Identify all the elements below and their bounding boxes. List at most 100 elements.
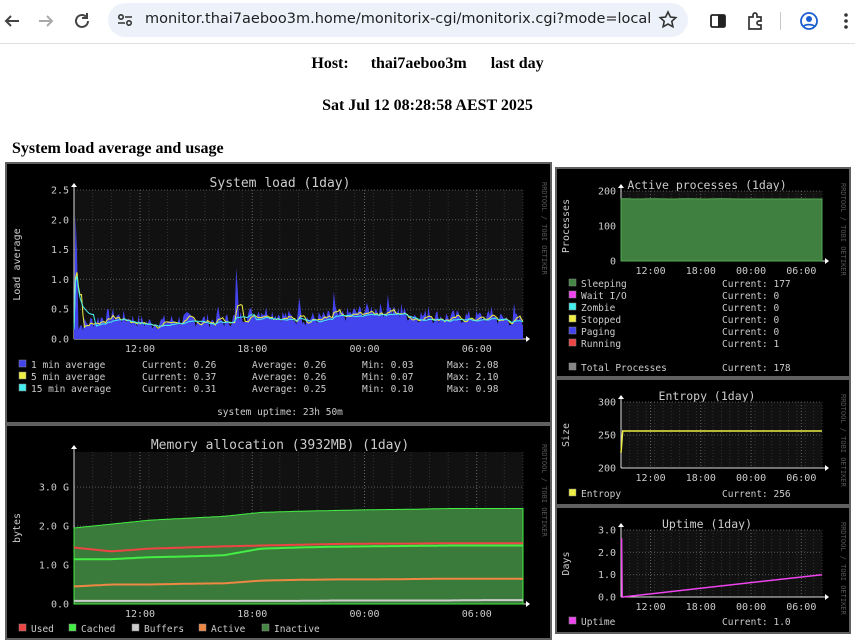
x-tick-label: 00:00	[349, 609, 379, 620]
x-tick-label: 18:00	[686, 602, 716, 613]
forward-arrow-icon[interactable]	[34, 9, 58, 33]
legend-label: Used	[31, 624, 54, 635]
url-text[interactable]: monitor.thai7aeboo3m.home/monitorix-cgi/…	[145, 11, 650, 27]
y-tick-label: 0.0	[51, 335, 69, 346]
legend-swatch	[568, 616, 577, 625]
back-arrow-icon[interactable]	[0, 9, 24, 33]
graph-title: System load (1day)	[210, 176, 351, 191]
legend-average: Average: 0.26	[252, 360, 327, 371]
graph-title: Entropy (1day)	[659, 389, 756, 403]
legend-swatch	[568, 488, 577, 497]
legend-label: Zombie	[581, 303, 616, 314]
x-tick-label: 06:00	[786, 266, 816, 277]
y-tick-label: 200	[598, 464, 616, 475]
legend-label: Paging	[581, 327, 615, 338]
y-axis-label: bytes	[12, 513, 23, 543]
legend-swatch	[568, 290, 577, 299]
y-tick-label: 3.0	[598, 526, 616, 537]
y-tick-label: 3.0 G	[39, 483, 69, 494]
legend-swatch	[18, 371, 27, 380]
legend-label: Buffers	[144, 624, 184, 635]
legend-current: Current: 178	[722, 363, 791, 374]
legend-label: Cached	[81, 624, 115, 635]
graph-title: Active processes (1day)	[627, 178, 786, 192]
y-tick-label: 300	[598, 398, 616, 409]
y-tick-label: 0.0	[598, 593, 616, 604]
x-tick-label: 06:00	[786, 473, 816, 484]
y-tick-label: 1.5	[51, 245, 69, 256]
system-uptime-text: system uptime: 23h 50m	[217, 407, 343, 418]
legend-swatch	[18, 623, 27, 632]
y-tick-label: 0.0	[51, 600, 69, 611]
y-tick-label: 100	[598, 222, 616, 233]
legend-current: Current: 0.26	[142, 360, 217, 371]
system-load-svg: System load (1day) Load average RRDTOOL / …	[7, 164, 550, 422]
memory-allocation-graph[interactable]: Memory allocation (3932MB) (1day) bytes RR…	[5, 424, 552, 640]
memory-svg: Memory allocation (3932MB) (1day) bytes RR…	[7, 426, 550, 638]
x-tick-label: 12:00	[635, 602, 665, 613]
x-tick-label: 12:00	[635, 266, 665, 277]
entropy-graph[interactable]: Entropy (1day) Size RRDTOOL / TOBI OETIKER…	[555, 378, 851, 506]
legend-swatch	[18, 383, 27, 392]
legend-label: Inactive	[274, 624, 320, 635]
y-tick-label: 2.0	[598, 548, 616, 559]
x-tick-label: 00:00	[736, 473, 766, 484]
legend-current: Current: 1	[722, 339, 779, 350]
legend-swatch	[568, 314, 577, 323]
y-tick-label: 0.5	[51, 305, 69, 316]
x-tick-label: 12:00	[635, 473, 665, 484]
rrdtool-watermark: RRDTOOL / TOBI OETIKER	[839, 394, 847, 488]
uptime-graph[interactable]: Uptime (1day) Days RRDTOOL / TOBI OETIKER 3…	[555, 506, 851, 634]
y-tick-label: 1.0	[598, 570, 616, 581]
x-tick-label: 00:00	[349, 344, 379, 355]
legend-swatch	[198, 623, 207, 632]
y-tick-label: 2.0	[51, 215, 69, 226]
reload-icon[interactable]	[70, 9, 94, 33]
y-tick-label: 1.0 G	[39, 561, 69, 572]
legend-label: Active	[211, 624, 246, 635]
y-tick-label: 250	[598, 431, 616, 442]
host-label: Host:	[311, 55, 349, 72]
legend-current: Current: 0	[722, 303, 779, 314]
legend-swatch	[18, 359, 27, 368]
y-axis-label: Processes	[561, 199, 572, 253]
host-header: Host: thai7aeboo3m last day	[0, 55, 855, 73]
rrdtool-watermark: RRDTOOL / TOBI OETIKER	[839, 522, 847, 616]
site-info-icon[interactable]	[116, 11, 134, 34]
address-bar[interactable]: monitor.thai7aeboo3m.home/monitorix-cgi/…	[108, 3, 688, 37]
series-sleeping-area	[620, 198, 823, 262]
y-axis-label: Size	[561, 423, 572, 447]
bookmark-star-icon[interactable]	[658, 10, 678, 35]
legend-current: Current: 1.0	[722, 617, 791, 628]
legend-label: Uptime	[581, 617, 616, 628]
legend-max: Max: 2.08	[447, 360, 499, 371]
reading-mode-icon[interactable]	[706, 9, 730, 33]
legend-current: Current: 0	[722, 315, 779, 326]
legend-swatch	[261, 623, 270, 632]
legend-current: Current: 256	[722, 489, 791, 500]
system-load-graph[interactable]: System load (1day) Load average RRDTOOL / …	[5, 162, 552, 424]
legend-label: Total Processes	[581, 363, 667, 374]
legend-current: Current: 0.31	[142, 384, 217, 395]
legend-swatch	[568, 302, 577, 311]
section-title: System load average and usage	[12, 140, 224, 157]
active-processes-graph[interactable]: Active processes (1day) Processes RRDTOOL …	[555, 167, 851, 378]
legend-max: Max: 0.98	[447, 384, 499, 395]
toolbar-divider	[780, 12, 781, 30]
x-tick-label: 06:00	[786, 602, 816, 613]
rrdtool-watermark: RRDTOOL / TOBI OETIKER	[540, 444, 548, 538]
legend-current: Current: 0.37	[142, 372, 216, 383]
profile-icon[interactable]	[797, 9, 821, 33]
legend-swatch	[568, 278, 577, 287]
legend-min: Min: 0.10	[362, 384, 414, 395]
menu-icon[interactable]	[834, 9, 855, 33]
host-name: thai7aeboo3m	[370, 55, 467, 72]
x-tick-label: 18:00	[686, 266, 716, 277]
y-tick-label: 2.5	[51, 186, 69, 197]
legend-swatch	[568, 338, 577, 347]
extensions-icon[interactable]	[743, 9, 767, 33]
series-buffers-line	[74, 599, 523, 602]
rrdtool-watermark: RRDTOOL / TOBI OETIKER	[540, 182, 548, 276]
legend-label: Running	[581, 339, 621, 350]
legend-label: Sleeping	[581, 279, 627, 290]
